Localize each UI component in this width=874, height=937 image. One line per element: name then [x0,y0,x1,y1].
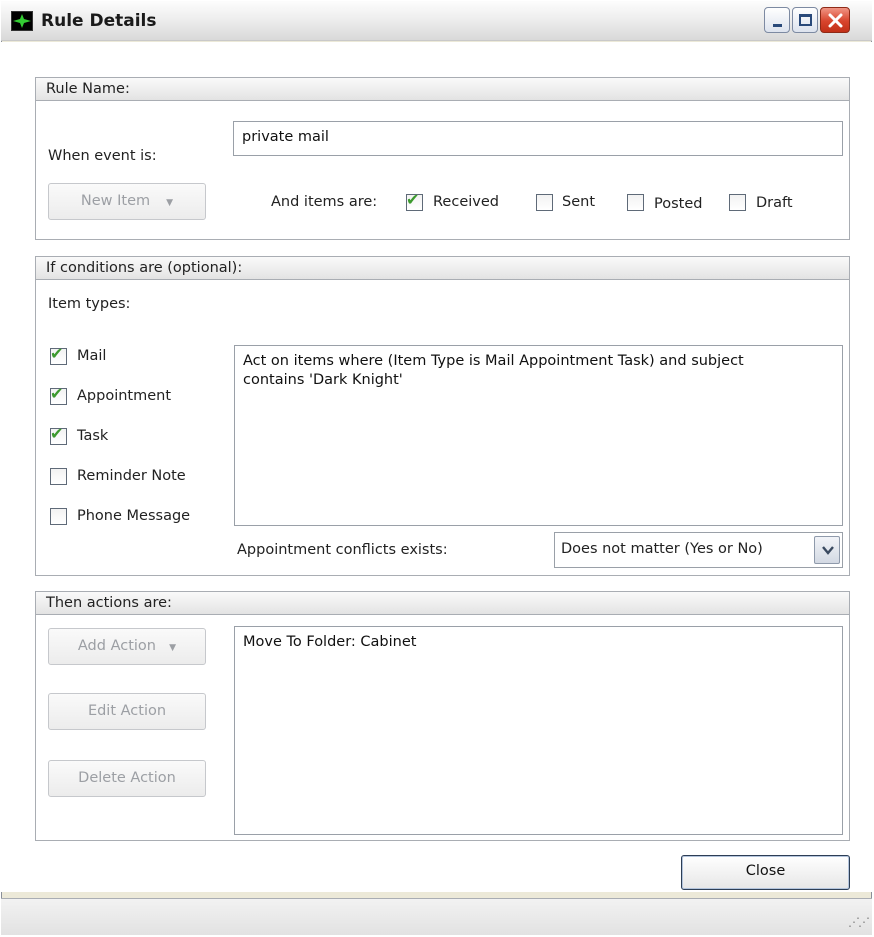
draft-checkbox[interactable] [729,194,746,211]
checkmark-icon: ✔ [406,190,420,209]
edit-action-button[interactable]: Edit Action [48,693,206,730]
conditions-header: If conditions are (optional): [36,257,849,280]
phone-message-label: Phone Message [77,508,191,524]
draft-label: Draft [756,195,793,211]
status-bar [1,898,872,935]
actions-list[interactable]: Move To Folder: Cabinet [234,626,843,835]
conditions-description[interactable]: Act on items where (Item Type is Mail Ap… [234,345,843,526]
posted-label: Posted [654,196,703,212]
actions-header: Then actions are: [36,592,849,615]
reminder-note-checkbox[interactable] [50,468,67,485]
delete-action-button[interactable]: Delete Action [48,760,206,797]
task-label: Task [77,428,109,444]
appointment-conflicts-value: Does not matter (Yes or No) [561,541,763,557]
mail-label: Mail [77,348,107,364]
chevron-down-icon [822,546,834,555]
add-action-label: Add Action [77,638,156,654]
title-bar[interactable]: Rule Details [1,1,872,41]
when-event-label: When event is: [48,148,157,164]
received-checkbox[interactable]: ✔ [406,190,423,211]
sent-label: Sent [562,194,596,210]
sent-checkbox[interactable] [536,194,553,211]
mail-checkbox[interactable]: ✔ [50,344,67,365]
checkmark-icon: ✔ [50,424,64,443]
minimize-icon [773,24,782,27]
dropdown-arrow-button[interactable] [814,536,840,564]
posted-checkbox[interactable] [627,194,644,211]
appointment-checkbox[interactable]: ✔ [50,384,67,405]
task-checkbox[interactable]: ✔ [50,424,67,445]
app-logo-icon [11,11,33,31]
rule-name-header: Rule Name: [36,78,849,101]
close-button[interactable]: Close [681,855,850,890]
resize-grip-icon[interactable]: ⋰⋰ [848,915,870,929]
new-item-label: New Item [80,193,151,209]
maximize-button[interactable] [792,7,818,33]
maximize-icon [799,14,812,26]
appointment-label: Appointment [77,388,172,404]
chevron-down-icon: ▼ [154,198,174,208]
close-icon [828,13,843,28]
window-close-button[interactable] [820,7,850,33]
appointment-conflicts-label: Appointment conflicts exists: [237,542,448,558]
add-action-dropdown[interactable]: Add Action ▼ [48,628,206,665]
and-items-label: And items are: [271,194,378,210]
chevron-down-icon: ▼ [160,643,177,653]
checkmark-icon: ✔ [50,384,64,403]
rule-name-input[interactable]: private mail [233,121,843,156]
window-title: Rule Details [41,11,157,31]
checkmark-icon: ✔ [50,344,64,363]
item-types-label: Item types: [48,296,131,312]
received-label: Received [433,194,499,210]
minimize-button[interactable] [764,7,790,33]
appointment-conflicts-select[interactable]: Does not matter (Yes or No) [554,532,843,568]
reminder-note-label: Reminder Note [77,468,186,484]
phone-message-checkbox[interactable] [50,508,67,525]
new-item-dropdown[interactable]: New Item ▼ [48,183,206,220]
